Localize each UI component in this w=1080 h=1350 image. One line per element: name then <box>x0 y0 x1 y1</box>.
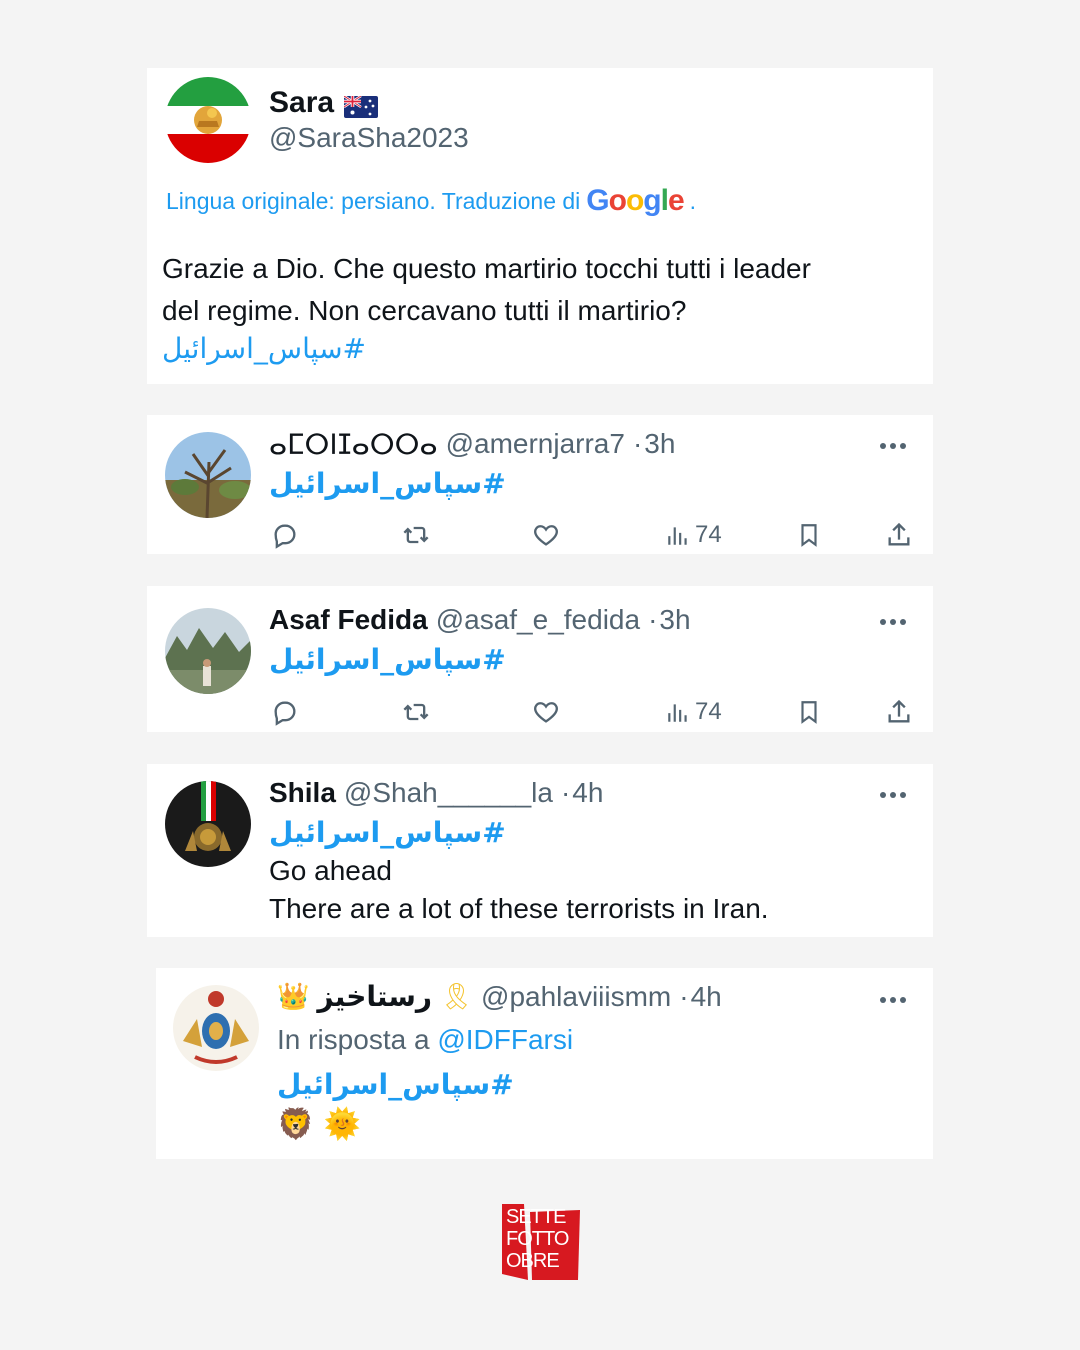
repost-icon[interactable] <box>401 696 431 728</box>
author-handle[interactable]: @pahlaviiismm <box>481 981 671 1013</box>
author-handle[interactable]: @amernjarra7 <box>446 428 625 461</box>
share-icon[interactable] <box>885 696 913 728</box>
post-text: Grazie a Dio. Che questo martirio tocchi… <box>162 248 811 332</box>
author-name[interactable]: Sara <box>269 86 334 120</box>
hashtag-link[interactable]: #سپاس_اسرائیل <box>269 467 506 500</box>
avatar[interactable] <box>165 77 251 163</box>
hashtag-link[interactable]: #سپاس_اسرائیل <box>277 1068 514 1101</box>
translation-label[interactable]: Lingua originale: persiano. Traduzione d… <box>166 188 580 215</box>
bookmark-icon[interactable] <box>796 519 822 551</box>
hashtag-link[interactable]: #سپاس_اسرائیل <box>269 643 506 676</box>
reply-to-link[interactable]: @IDFFarsi <box>437 1024 573 1055</box>
timestamp[interactable]: 3h <box>659 604 690 636</box>
author-handle[interactable]: @Shah______la <box>344 777 553 809</box>
views-icon[interactable] <box>665 522 691 548</box>
avatar[interactable] <box>165 608 251 694</box>
author-name[interactable]: Asaf Fedida <box>269 604 428 636</box>
post-card-asaf-fedida[interactable]: Asaf Fedida @asaf_e_fedida · 3h #سپاس_اس… <box>147 586 933 732</box>
author-name[interactable]: ⴰⵎⵔⵏⵊⴰⵔⵔⴰ <box>269 428 438 461</box>
share-icon[interactable] <box>885 519 913 551</box>
author-name[interactable]: Shila <box>269 777 336 809</box>
separator-dot: · <box>632 428 643 459</box>
author-name[interactable]: رستاخیز <box>317 980 432 1013</box>
translation-note: Lingua originale: persiano. Traduzione d… <box>166 184 696 218</box>
post-text-line: del regime. Non cercavano tutti il marti… <box>162 295 687 326</box>
yellow-ribbon-icon: 🎗 <box>440 981 474 1012</box>
more-options-icon[interactable] <box>880 789 912 801</box>
reply-label: In risposta a <box>277 1024 430 1055</box>
more-options-icon[interactable] <box>880 440 912 452</box>
view-count: 74 <box>695 521 722 548</box>
more-options-icon[interactable] <box>880 616 912 628</box>
post-card-sara[interactable]: Sara @SaraSha2023 Lingua originale: pers… <box>147 68 933 384</box>
logo-line: SETTE <box>506 1206 566 1228</box>
timestamp[interactable]: 3h <box>644 428 675 461</box>
logo-line: FOTTO <box>506 1228 569 1250</box>
like-icon[interactable] <box>532 696 560 728</box>
author-handle[interactable]: @asaf_e_fedida <box>436 604 640 636</box>
reply-icon[interactable] <box>271 696 299 728</box>
avatar[interactable] <box>165 781 251 867</box>
avatar[interactable] <box>165 432 251 518</box>
post-text-line: There are a lot of these terrorists in I… <box>269 893 769 924</box>
reply-context: In risposta a @IDFFarsi <box>277 1024 573 1056</box>
like-icon[interactable] <box>532 519 560 551</box>
logo-line: OBRE <box>506 1250 560 1272</box>
avatar[interactable] <box>173 985 259 1071</box>
separator-dot: · <box>679 980 689 1012</box>
timestamp[interactable]: 4h <box>691 981 722 1013</box>
more-options-icon[interactable] <box>880 994 912 1006</box>
view-count: 74 <box>695 698 722 725</box>
repost-icon[interactable] <box>401 519 431 551</box>
post-card-pahlaviiismm[interactable]: 👑 رستاخیز 🎗 @pahlaviiismm · 4h In rispos… <box>156 968 933 1159</box>
translation-suffix: . <box>689 187 697 214</box>
separator-dot: · <box>648 604 658 635</box>
post-card-shila[interactable]: Shila @Shah______la · 4h #سپاس_اسرائیل G… <box>147 764 933 937</box>
australia-flag-icon <box>343 92 379 118</box>
emoji-text: 🦁 🌞 <box>277 1107 362 1142</box>
hashtag-link[interactable]: #سپاس_اسرائیل <box>162 332 366 365</box>
separator-dot: · <box>560 777 571 808</box>
post-text-line: Grazie a Dio. Che questo martirio tocchi… <box>162 253 811 284</box>
views-icon[interactable] <box>665 699 691 725</box>
post-text: Go ahead There are a lot of these terror… <box>269 852 769 928</box>
google-logo: Google <box>586 184 684 217</box>
brand-logo: SETTE FOTTO OBRE <box>502 1204 580 1280</box>
post-text-line: Go ahead <box>269 855 392 886</box>
author-handle[interactable]: @SaraSha2023 <box>269 122 469 154</box>
reply-icon[interactable] <box>271 519 299 551</box>
post-card-amernjarra7[interactable]: ⴰⵎⵔⵏⵊⴰⵔⵔⴰ @amernjarra7 · 3h #سپاس_اسرائی… <box>147 415 933 554</box>
crown-icon: 👑 <box>277 981 310 1012</box>
bookmark-icon[interactable] <box>796 696 822 728</box>
hashtag-link[interactable]: #سپاس_اسرائیل <box>269 816 506 849</box>
timestamp[interactable]: 4h <box>572 777 603 809</box>
